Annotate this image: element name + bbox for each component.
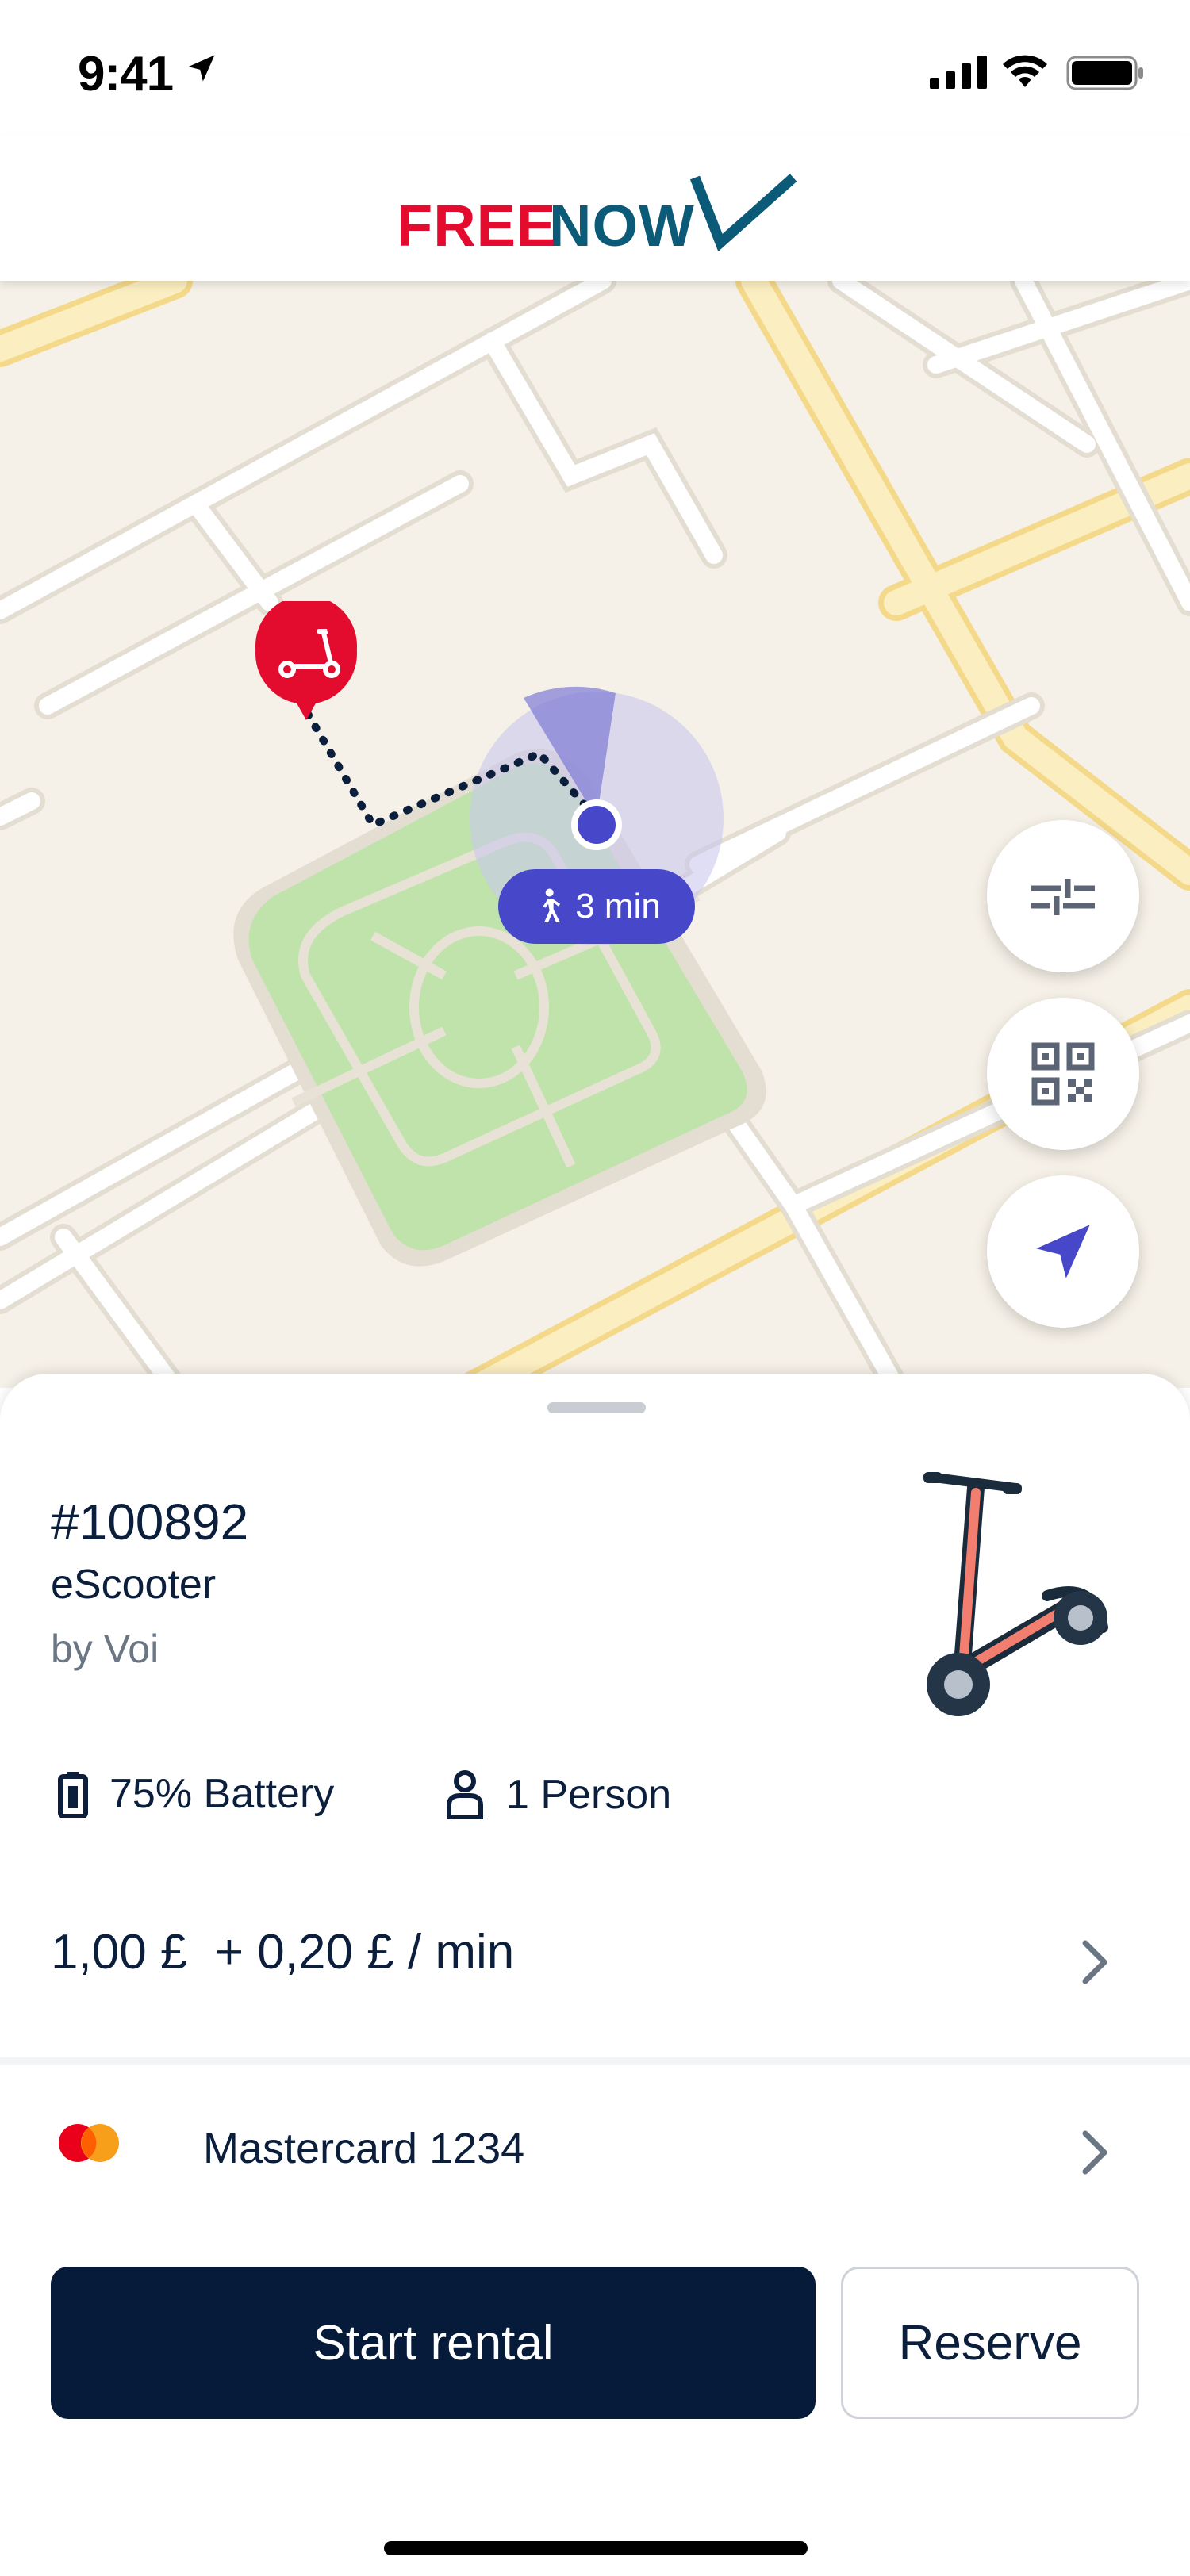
location-arrow-icon (188, 55, 215, 82)
person-icon (447, 1770, 483, 1819)
app-header: FREE NOW (0, 135, 1190, 281)
wifi-icon (1003, 55, 1047, 87)
battery-feature: 75% Battery (57, 1770, 334, 1818)
navigation-arrow-icon (1036, 1225, 1090, 1278)
cellular-signal-icon (930, 56, 987, 89)
chevron-right-icon (1082, 2130, 1107, 2175)
vehicle-id: #100892 (51, 1493, 249, 1551)
price-row[interactable]: 1,00 £ + 0,20 £ / min (0, 1897, 1190, 2008)
capacity-feature: 1 Person (444, 1770, 671, 1819)
payment-method-row[interactable]: Mastercard 1234 (0, 2087, 1190, 2214)
battery-icon (1066, 56, 1143, 90)
map-view[interactable]: 3 min (0, 281, 1190, 1388)
start-rental-button[interactable]: Start rental (51, 2267, 816, 2419)
battery-level-icon (58, 1772, 88, 1818)
capacity-label: 1 Person (506, 1772, 672, 1818)
scooter-illustration (923, 1472, 1108, 1716)
battery-label: 75% Battery (109, 1771, 335, 1817)
chevron-right-icon (1082, 1940, 1107, 1984)
mastercard-icon (59, 2124, 119, 2162)
sheet-grabber[interactable] (547, 1402, 646, 1413)
logo-free-text: FREE (397, 193, 557, 259)
walk-time-badge: 3 min (498, 869, 695, 944)
home-indicator[interactable] (384, 2541, 808, 2555)
logo-check-mark (689, 174, 797, 252)
price-label: 1,00 £ + 0,20 £ / min (51, 1925, 515, 1980)
status-time: 9:41 (78, 47, 174, 102)
freenow-logo: FREE NOW (397, 157, 809, 259)
walking-person-icon (543, 888, 561, 922)
status-bar: 9:41 (0, 0, 1190, 135)
payment-method-label: Mastercard 1234 (203, 2125, 525, 2172)
scooter-pin-icon[interactable] (254, 601, 359, 720)
qr-scan-button[interactable] (987, 998, 1139, 1150)
recenter-location-button[interactable] (987, 1175, 1139, 1328)
filter-sliders-icon (1031, 879, 1095, 915)
vehicle-type: eScooter (51, 1562, 217, 1608)
filter-button[interactable] (987, 820, 1139, 972)
vehicle-provider: by Voi (51, 1627, 159, 1671)
vehicle-details-sheet: #100892 eScooter by Voi 75% Battery 1 Pe… (0, 1374, 1190, 2576)
logo-now-text: NOW (549, 193, 695, 259)
user-location-dot (571, 799, 622, 850)
walk-time-label: 3 min (575, 887, 661, 926)
reserve-button[interactable]: Reserve (841, 2267, 1139, 2419)
qr-code-icon (1031, 1042, 1095, 1106)
section-divider (0, 2057, 1190, 2065)
